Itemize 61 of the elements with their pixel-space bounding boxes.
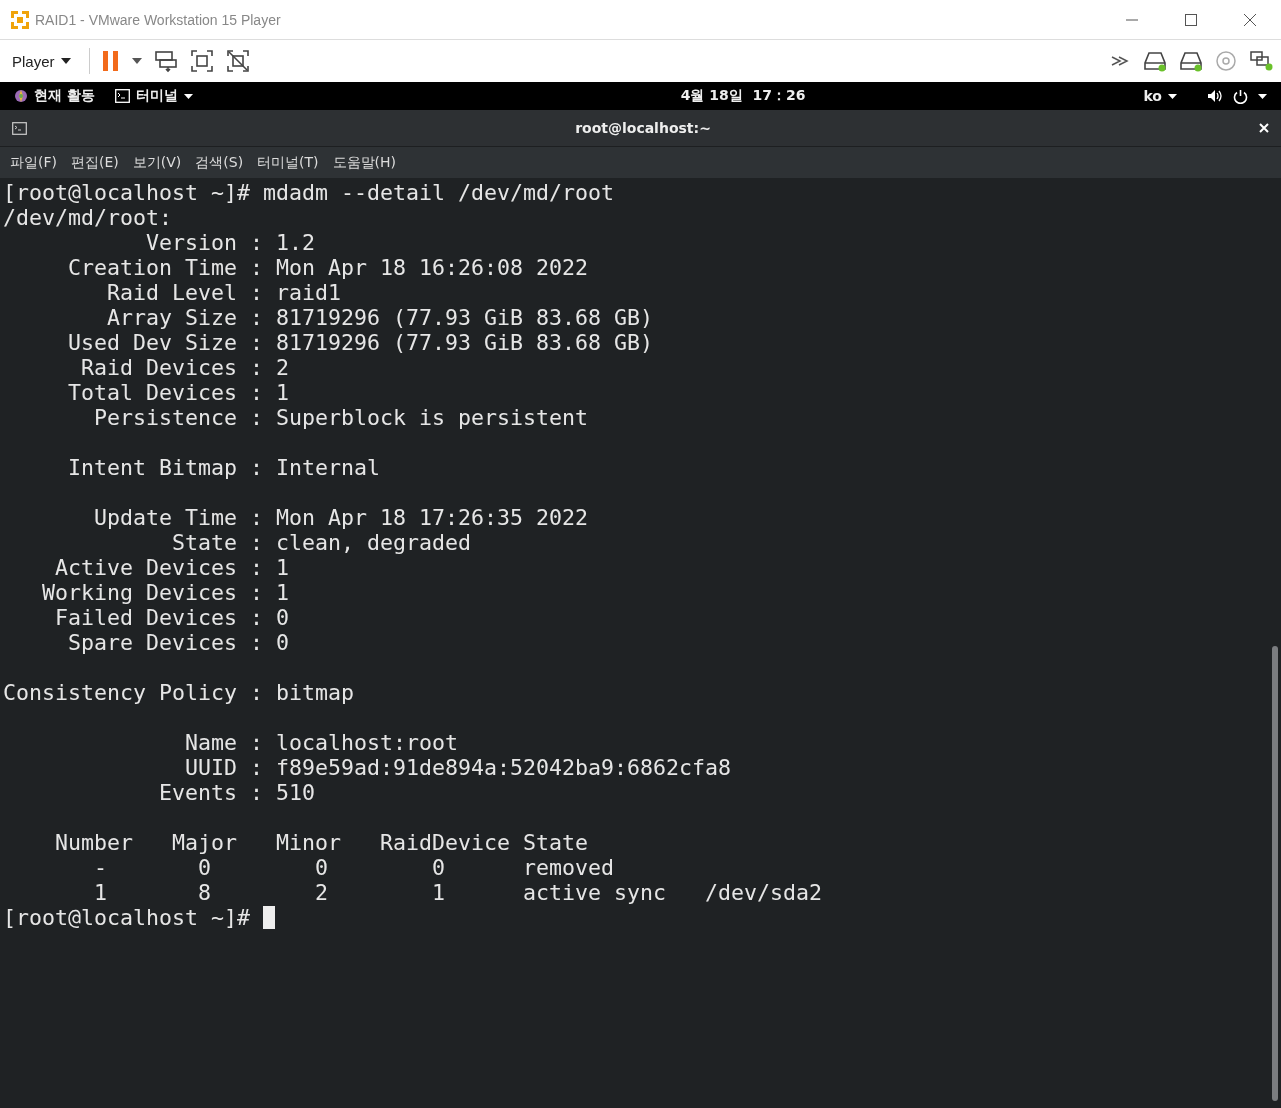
hard-disk-icon[interactable] bbox=[1179, 50, 1203, 72]
terminal-line: 1 8 2 1 active sync /dev/sda2 bbox=[93, 880, 824, 905]
network-icon[interactable] bbox=[1249, 50, 1273, 72]
caret-icon[interactable] bbox=[1258, 93, 1267, 99]
terminal-line: Working Devices : 1 bbox=[41, 580, 290, 605]
caret-icon[interactable] bbox=[131, 58, 142, 64]
scrollbar[interactable] bbox=[1272, 646, 1278, 1101]
cursor bbox=[263, 906, 275, 929]
terminal-line: Persistence : Superblock is persistent bbox=[93, 405, 590, 430]
menu-item[interactable]: 도움말(H) bbox=[326, 150, 403, 175]
terminal-line: Intent Bitmap : Internal bbox=[67, 455, 381, 480]
player-menu-button[interactable]: Player bbox=[6, 48, 77, 74]
terminal-line: /dev/md/root: bbox=[2, 205, 173, 230]
terminal-line: Raid Level : raid1 bbox=[106, 280, 342, 305]
caret-icon bbox=[1168, 93, 1177, 99]
input-method-button[interactable]: ko bbox=[1143, 88, 1177, 104]
menu-item[interactable]: 파일(F) bbox=[4, 150, 63, 175]
double-chevron-icon[interactable] bbox=[1111, 54, 1131, 68]
app-menu-button[interactable]: 터미널 bbox=[114, 87, 193, 105]
menu-item[interactable]: 보기(V) bbox=[126, 150, 188, 175]
terminal-icon bbox=[114, 89, 130, 103]
window-title: RAID1 - VMware Workstation 15 Player bbox=[35, 11, 281, 28]
unity-off-icon[interactable] bbox=[225, 49, 250, 73]
terminal-line: Version : 1.2 bbox=[145, 230, 316, 255]
terminal-line: Creation Time : Mon Apr 18 16:26:08 2022 bbox=[67, 255, 590, 280]
terminal-title: root@localhost:~ bbox=[574, 120, 712, 136]
terminal-line: Array Size : 81719296 (77.93 GiB 83.68 GB) bbox=[106, 305, 655, 330]
terminal-line: Number Major Minor RaidDevice State bbox=[54, 830, 590, 855]
terminal-line: Consistency Policy : bitmap bbox=[2, 680, 355, 705]
terminal-icon bbox=[12, 121, 27, 135]
caret-icon bbox=[183, 93, 193, 99]
volume-icon[interactable] bbox=[1207, 89, 1223, 103]
terminal-line: Active Devices : 1 bbox=[54, 555, 290, 580]
menu-item[interactable]: 편집(E) bbox=[65, 150, 125, 175]
clock[interactable]: 4월 18일 17：26 bbox=[530, 87, 806, 105]
distro-logo-icon bbox=[14, 89, 28, 103]
menu-item[interactable]: 검색(S) bbox=[189, 150, 250, 175]
terminal-line: Update Time : Mon Apr 18 17:26:35 2022 bbox=[93, 505, 590, 530]
terminal-line: Spare Devices : 0 bbox=[67, 630, 290, 655]
terminal-line: Used Dev Size : 81719296 (77.93 GiB 83.68 GB) bbox=[67, 330, 655, 355]
pause-icon[interactable] bbox=[101, 50, 120, 72]
terminal-line: Name : localhost:root bbox=[184, 730, 460, 755]
power-icon[interactable] bbox=[1233, 88, 1248, 104]
terminal-prompt: [root@localhost ~]# bbox=[2, 905, 251, 930]
activities-button[interactable]: 현재 활동 bbox=[14, 87, 95, 105]
terminal-line: Total Devices : 1 bbox=[67, 380, 290, 405]
app-logo-icon bbox=[10, 9, 30, 30]
menu-item[interactable]: 터미널(T) bbox=[251, 150, 325, 175]
terminal-line: State : clean, degraded bbox=[171, 530, 473, 555]
terminal-line: - 0 0 0 removed bbox=[93, 855, 616, 880]
terminal-line: Events : 510 bbox=[158, 780, 316, 805]
terminal-line: Failed Devices : 0 bbox=[54, 605, 290, 630]
fullscreen-icon[interactable] bbox=[189, 49, 214, 73]
terminal-line: [root@localhost ~]# mdadm --detail /dev/md/root bbox=[2, 180, 616, 205]
caret-icon bbox=[60, 58, 71, 64]
hard-disk-icon[interactable] bbox=[1143, 50, 1167, 72]
close-icon[interactable] bbox=[1243, 12, 1257, 27]
send-keys-icon[interactable] bbox=[153, 49, 178, 73]
maximize-icon[interactable] bbox=[1184, 12, 1198, 27]
terminal-line: Raid Devices : 2 bbox=[80, 355, 290, 380]
terminal-line: UUID : f89e59ad:91de894a:52042ba9:6862cfa8 bbox=[184, 755, 733, 780]
